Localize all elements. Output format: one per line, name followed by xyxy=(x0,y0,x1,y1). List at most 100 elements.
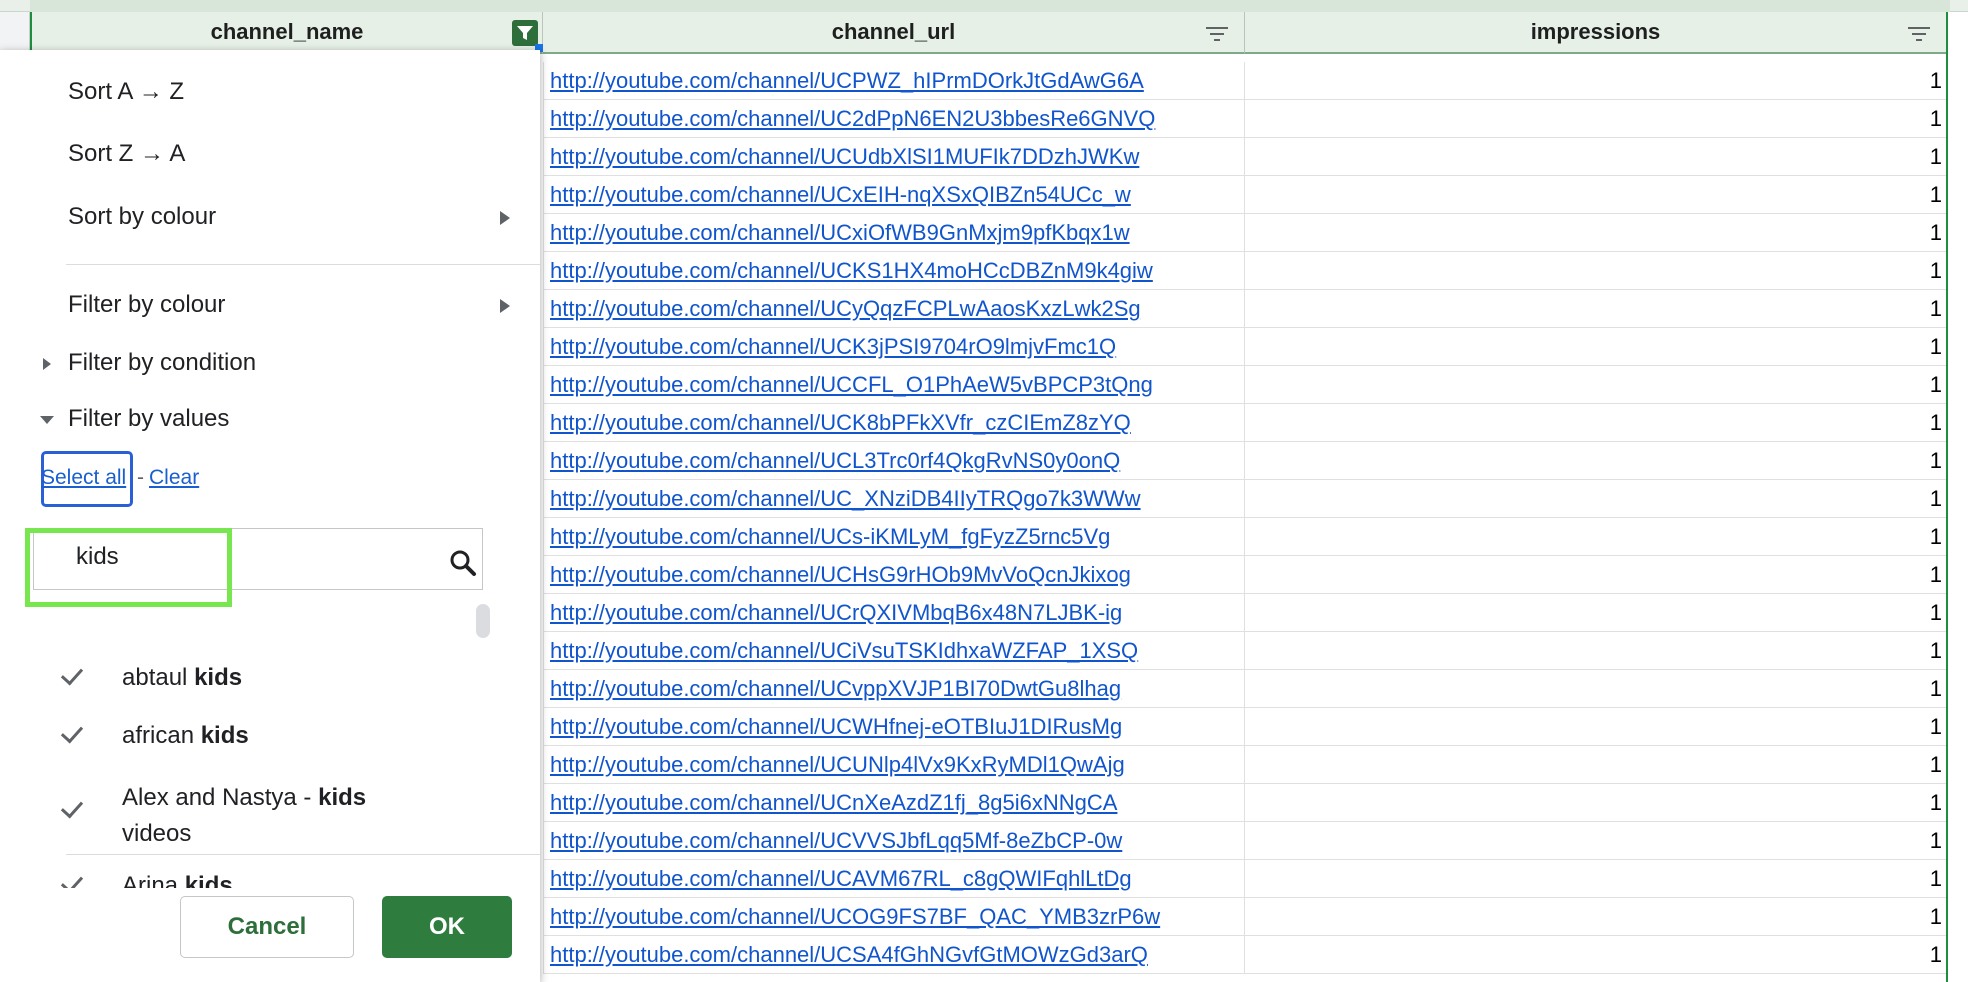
impressions-cell[interactable]: 1 xyxy=(1245,138,1948,176)
table-row: http://youtube.com/channel/UCCFL_O1PhAeW… xyxy=(543,366,1948,404)
value-text: Arina xyxy=(122,872,185,888)
active-filter-button[interactable] xyxy=(512,20,543,52)
channel-url-cell[interactable]: http://youtube.com/channel/UCrQXIVMbqB6x… xyxy=(543,594,1245,632)
channel-url-cell[interactable]: http://youtube.com/channel/UCOG9FS7BF_QA… xyxy=(543,898,1245,936)
channel-url-cell[interactable]: http://youtube.com/channel/UCK3jPSI9704r… xyxy=(543,328,1245,366)
value-option[interactable]: Arina kids xyxy=(122,872,233,888)
channel-url-cell[interactable]: http://youtube.com/channel/UCvppXVJP1BI7… xyxy=(543,670,1245,708)
impressions-cell[interactable]: 1 xyxy=(1245,480,1948,518)
channel-url-cell[interactable]: http://youtube.com/channel/UCK8bPFkXVfr_… xyxy=(543,404,1245,442)
impressions-cell[interactable]: 1 xyxy=(1245,822,1948,860)
impressions-cell[interactable]: 1 xyxy=(1245,176,1948,214)
impressions-cell[interactable]: 1 xyxy=(1245,62,1948,100)
impressions-cell[interactable]: 1 xyxy=(1245,366,1948,404)
table-row: http://youtube.com/channel/UCL3Trc0rf4Qk… xyxy=(543,442,1948,480)
filter-lines-icon[interactable] xyxy=(1204,24,1230,44)
header-label: impressions xyxy=(1530,19,1661,44)
channel-url-cell[interactable]: http://youtube.com/channel/UCs-iKMLyM_fg… xyxy=(543,518,1245,556)
channel-url-cell[interactable]: http://youtube.com/channel/UCPWZ_hIPrmDO… xyxy=(543,62,1245,100)
checkmark-icon[interactable] xyxy=(60,662,84,686)
channel-url-cell[interactable]: http://youtube.com/channel/UCCFL_O1PhAeW… xyxy=(543,366,1245,404)
impressions-cell[interactable]: 1 xyxy=(1245,594,1948,632)
selection-border xyxy=(1946,12,1948,982)
checkmark-icon[interactable] xyxy=(60,720,84,744)
channel-url-cell[interactable]: http://youtube.com/channel/UCUNlp4lVx9Kx… xyxy=(543,746,1245,784)
table-row: http://youtube.com/channel/UCiVsuTSKIdhx… xyxy=(543,632,1948,670)
table-row: http://youtube.com/channel/UCUdbXlSI1MUF… xyxy=(543,138,1948,176)
channel-url-cell[interactable]: http://youtube.com/channel/UCUdbXlSI1MUF… xyxy=(543,138,1245,176)
header-label: channel_name xyxy=(210,19,364,44)
channel-url-cell[interactable]: http://youtube.com/channel/UCL3Trc0rf4Qk… xyxy=(543,442,1245,480)
impressions-cell[interactable]: 1 xyxy=(1245,936,1948,974)
table-row: http://youtube.com/channel/UCWHfnej-eOTB… xyxy=(543,708,1948,746)
channel-url-cell[interactable]: http://youtube.com/channel/UCnXeAzdZ1fj_… xyxy=(543,784,1245,822)
channel-url-cell[interactable]: http://youtube.com/channel/UCSA4fGhNGvfG… xyxy=(543,936,1245,974)
table-row: http://youtube.com/channel/UCnXeAzdZ1fj_… xyxy=(543,784,1948,822)
channel-url-cell[interactable]: http://youtube.com/channel/UCxiOfWB9GnMx… xyxy=(543,214,1245,252)
filter-lines-icon[interactable] xyxy=(1906,24,1932,44)
impressions-cell[interactable]: 1 xyxy=(1245,290,1948,328)
filter-funnel-icon xyxy=(517,26,533,40)
channel-url-cell[interactable]: http://youtube.com/channel/UCAVM67RL_c8g… xyxy=(543,860,1245,898)
header-impressions[interactable]: impressions xyxy=(1245,12,1948,54)
menu-item-sort-za[interactable]: Sort Z → A xyxy=(68,140,185,168)
impressions-cell[interactable]: 1 xyxy=(1245,860,1948,898)
channel-url-cell[interactable]: http://youtube.com/channel/UCKS1HX4moHCc… xyxy=(543,252,1245,290)
column-header-strip xyxy=(0,0,1968,12)
impressions-cell[interactable]: 1 xyxy=(1245,784,1948,822)
impressions-cell[interactable]: 1 xyxy=(1245,404,1948,442)
value-option[interactable]: african kids xyxy=(122,722,249,750)
search-highlight-annotation xyxy=(25,528,232,607)
values-scrollbar[interactable] xyxy=(476,604,490,638)
channel-url-cell[interactable]: http://youtube.com/channel/UCHsG9rHOb9Mv… xyxy=(543,556,1245,594)
impressions-cell[interactable]: 1 xyxy=(1245,708,1948,746)
table-row: http://youtube.com/channel/UCxiOfWB9GnMx… xyxy=(543,214,1948,252)
impressions-cell[interactable]: 1 xyxy=(1245,442,1948,480)
channel-url-cell[interactable]: http://youtube.com/channel/UCxEIH-nqXSxQ… xyxy=(543,176,1245,214)
search-icon[interactable] xyxy=(449,549,477,577)
submenu-arrow-icon xyxy=(500,299,510,313)
impressions-cell[interactable]: 1 xyxy=(1245,746,1948,784)
value-option[interactable]: Alex and Nastya - kids videos xyxy=(122,780,442,852)
values-list: abtaul kids african kids Alex and Nastya… xyxy=(0,654,470,888)
clear-link[interactable]: Clear xyxy=(149,466,199,490)
impressions-cell[interactable]: 1 xyxy=(1245,632,1948,670)
impressions-cell[interactable]: 1 xyxy=(1245,518,1948,556)
menu-item-filter-by-colour[interactable]: Filter by colour xyxy=(68,291,225,319)
menu-item-filter-by-condition[interactable]: Filter by condition xyxy=(68,349,256,377)
value-text: Alex and Nastya - xyxy=(122,784,319,811)
impressions-cell[interactable]: 1 xyxy=(1245,670,1948,708)
impressions-cell[interactable]: 1 xyxy=(1245,556,1948,594)
expand-arrow-icon[interactable] xyxy=(43,358,51,370)
checkmark-icon[interactable] xyxy=(60,795,84,819)
table-row: http://youtube.com/channel/UCrQXIVMbqB6x… xyxy=(543,594,1948,632)
value-match: kids xyxy=(194,664,243,691)
filter-menu: Sort A → Z Sort Z → A Sort by colour Fil… xyxy=(0,50,540,982)
menu-item-sort-az[interactable]: Sort A → Z xyxy=(68,78,184,106)
collapse-arrow-icon[interactable] xyxy=(40,416,54,424)
channel-url-cell[interactable]: http://youtube.com/channel/UCiVsuTSKIdhx… xyxy=(543,632,1245,670)
table-row: http://youtube.com/channel/UCKS1HX4moHCc… xyxy=(543,252,1948,290)
link-separator: - xyxy=(137,466,144,489)
checkmark-icon[interactable] xyxy=(60,870,84,888)
value-text: african xyxy=(122,722,201,749)
channel-url-cell[interactable]: http://youtube.com/channel/UC2dPpN6EN2U3… xyxy=(543,100,1245,138)
cancel-button[interactable]: Cancel xyxy=(180,896,354,958)
impressions-cell[interactable]: 1 xyxy=(1245,252,1948,290)
header-channel-name[interactable]: channel_name xyxy=(30,12,543,54)
channel-url-cell[interactable]: http://youtube.com/channel/UC_XNziDB4IIy… xyxy=(543,480,1245,518)
impressions-cell[interactable]: 1 xyxy=(1245,100,1948,138)
impressions-cell[interactable]: 1 xyxy=(1245,214,1948,252)
menu-item-filter-by-values[interactable]: Filter by values xyxy=(68,405,229,433)
channel-url-cell[interactable]: http://youtube.com/channel/UCVVSJbfLqq5M… xyxy=(543,822,1245,860)
table-row: http://youtube.com/channel/UCUNlp4lVx9Kx… xyxy=(543,746,1948,784)
impressions-cell[interactable]: 1 xyxy=(1245,328,1948,366)
channel-url-cell[interactable]: http://youtube.com/channel/UCyQqzFCPLwAa… xyxy=(543,290,1245,328)
impressions-cell[interactable]: 1 xyxy=(1245,898,1948,936)
value-option[interactable]: abtaul kids xyxy=(122,664,242,692)
menu-item-sort-by-colour[interactable]: Sort by colour xyxy=(68,203,216,231)
select-all-link[interactable]: Select all xyxy=(41,466,126,490)
header-channel-url[interactable]: channel_url xyxy=(543,12,1245,54)
channel-url-cell[interactable]: http://youtube.com/channel/UCWHfnej-eOTB… xyxy=(543,708,1245,746)
ok-button[interactable]: OK xyxy=(382,896,512,958)
